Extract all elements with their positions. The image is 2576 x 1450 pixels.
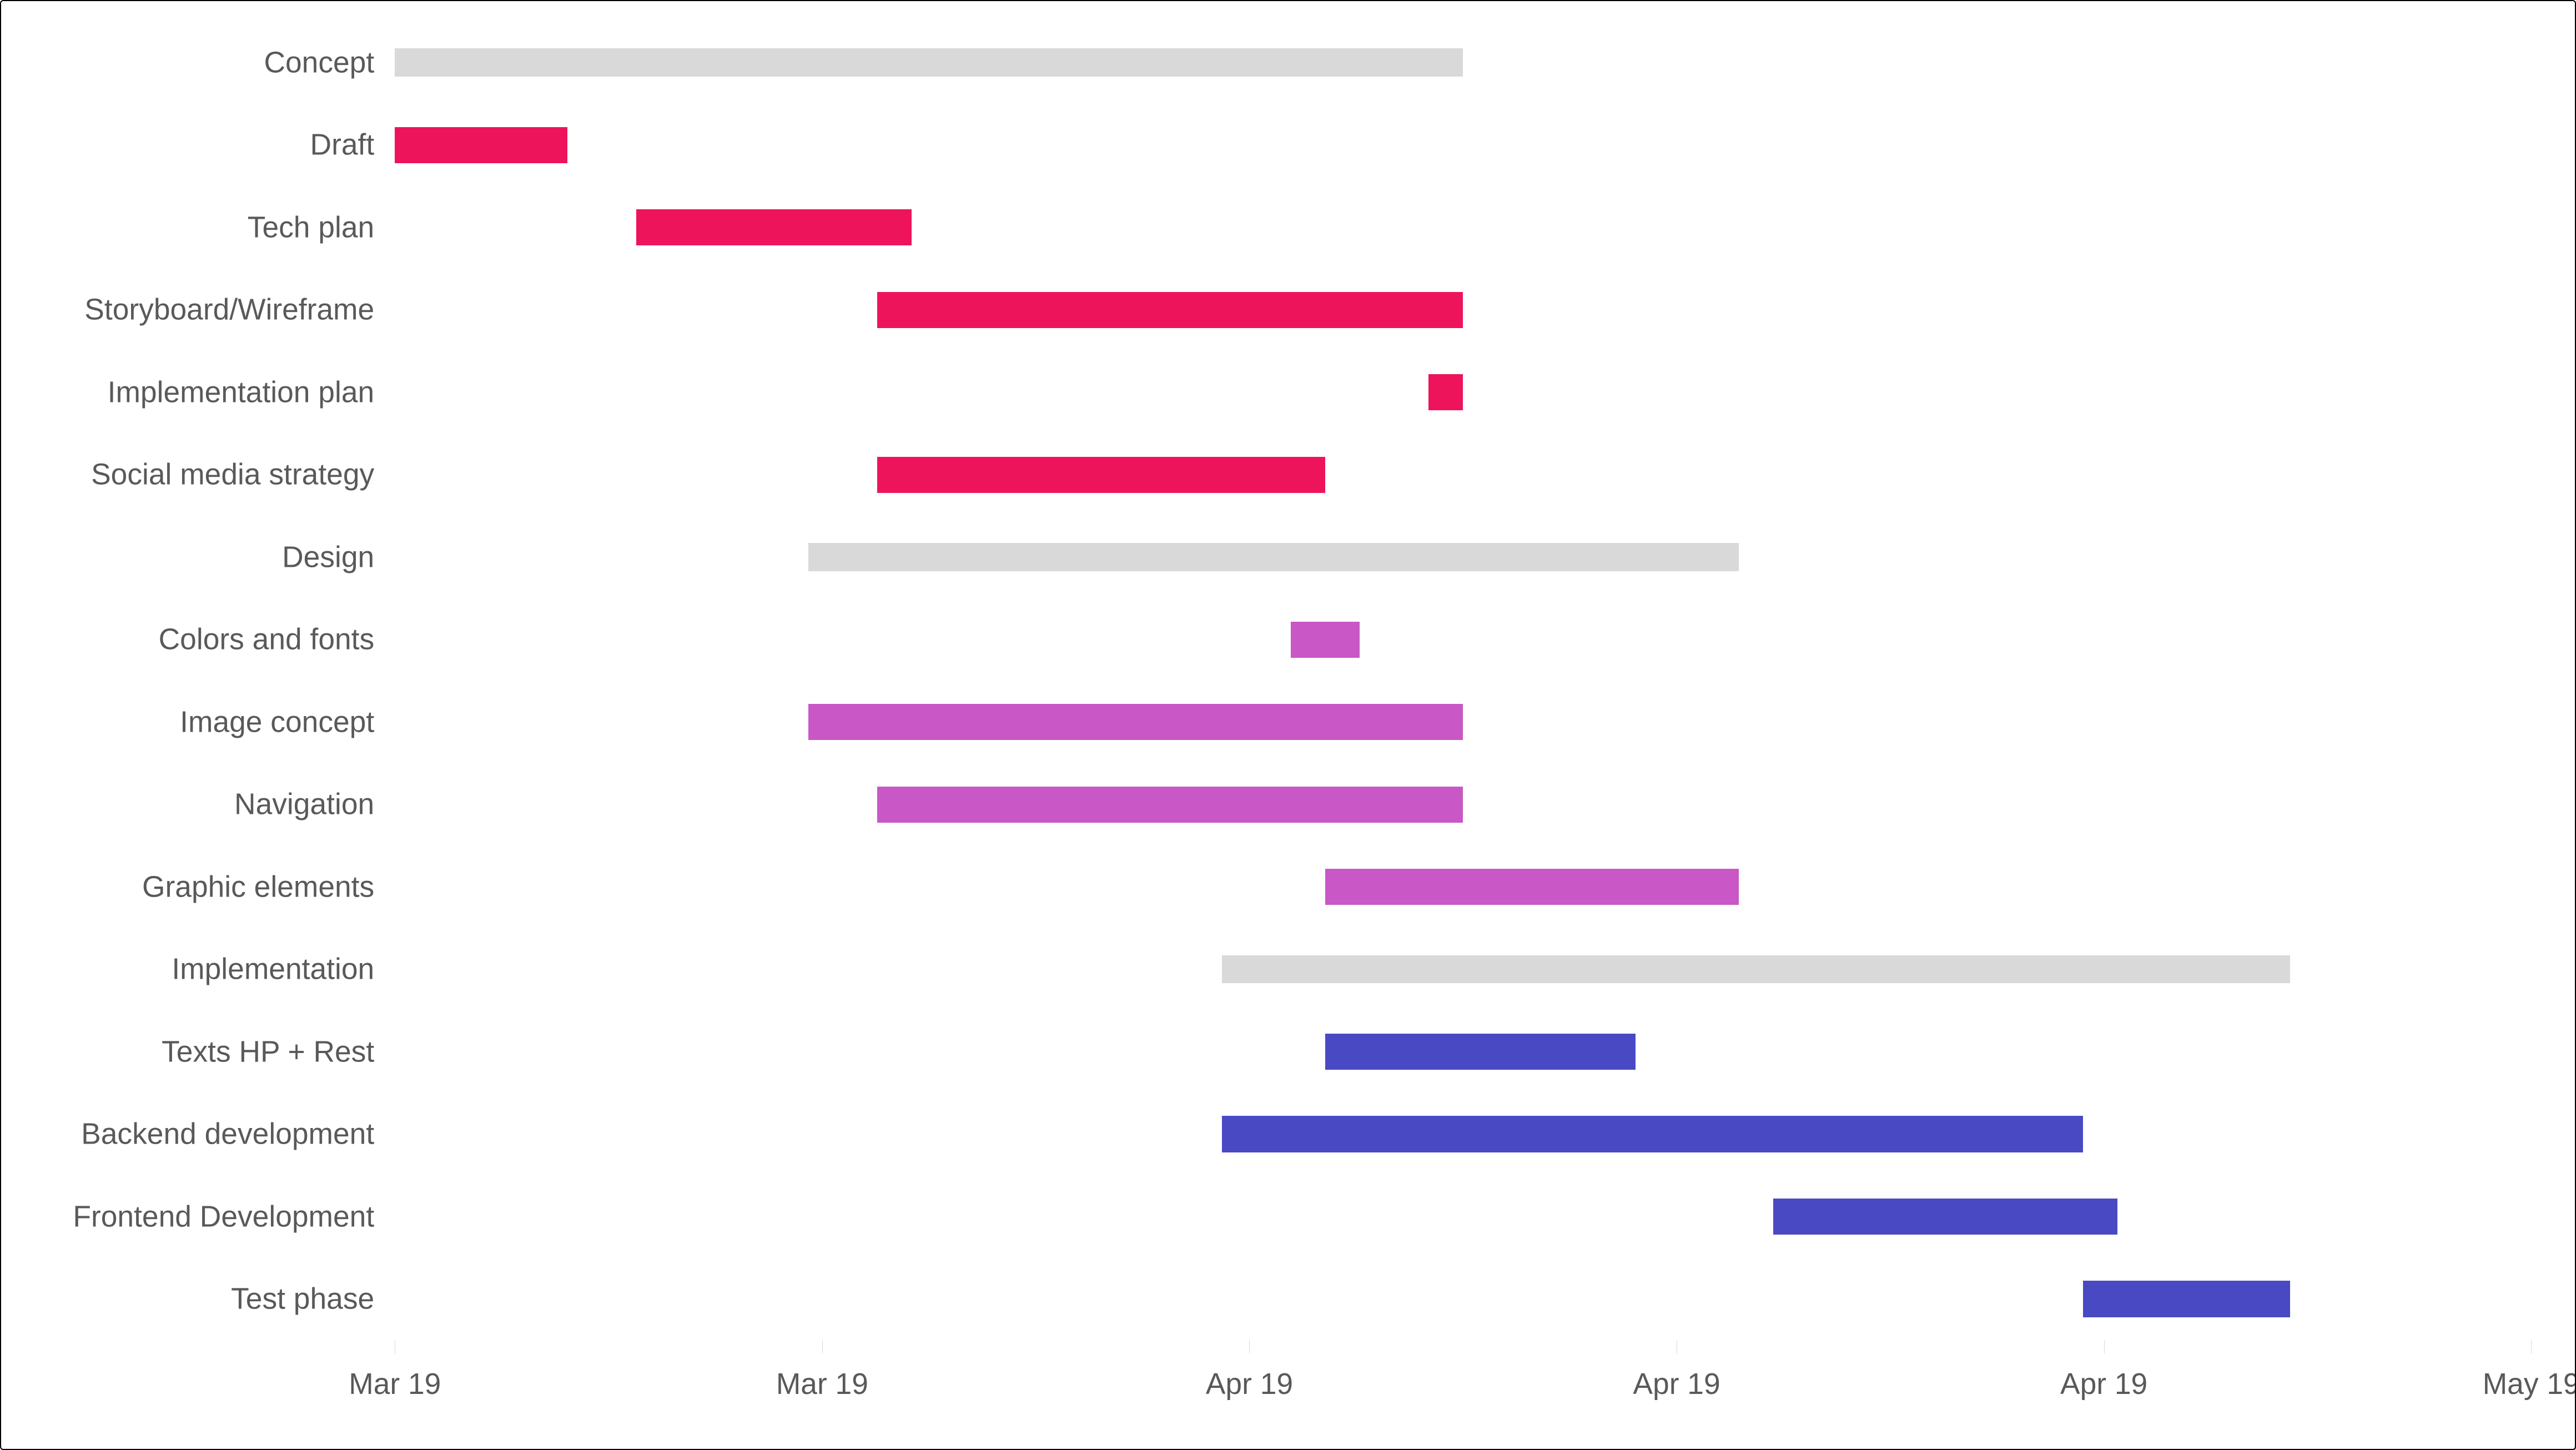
task-label: Test phase: [1, 1284, 374, 1313]
task-row: [395, 1093, 2531, 1175]
task-bar: [1428, 374, 1463, 410]
task-bar: [395, 127, 567, 163]
task-bar: [877, 292, 1463, 328]
task-label: Implementation plan: [1, 377, 374, 407]
plot-area: [395, 22, 2531, 1341]
task-label: Navigation: [1, 790, 374, 819]
task-row: [395, 104, 2531, 186]
task-row: [395, 1010, 2531, 1092]
task-label: Backend development: [1, 1119, 374, 1149]
gantt-chart: Concept Draft Tech plan Storyboard/Wirefram…: [0, 0, 2576, 1450]
task-bar: [808, 704, 1463, 740]
task-row: [395, 763, 2531, 845]
task-bar: [1773, 1199, 2118, 1235]
task-label: Storyboard/Wireframe: [1, 295, 374, 325]
task-label: Image concept: [1, 707, 374, 737]
x-tick: [2531, 1340, 2532, 1353]
task-row: [395, 845, 2531, 928]
task-label: Concept: [1, 48, 374, 77]
task-label: Social media strategy: [1, 460, 374, 490]
task-bar: [1325, 869, 1739, 905]
task-row: [395, 516, 2531, 598]
x-tick: [2104, 1340, 2105, 1353]
task-bar: [1222, 955, 2290, 983]
task-bar: [808, 543, 1739, 571]
y-axis-labels: Concept Draft Tech plan Storyboard/Wirefram…: [1, 22, 395, 1341]
task-row: [395, 434, 2531, 516]
task-row: [395, 1258, 2531, 1340]
task-row: [395, 269, 2531, 351]
x-tick-label: Mar 19: [349, 1367, 441, 1401]
task-bar: [636, 209, 912, 245]
task-row: [395, 186, 2531, 268]
x-tick-label: May 19: [2483, 1367, 2576, 1401]
x-tick-label: Apr 19: [1633, 1367, 1720, 1401]
x-tick-label: Apr 19: [2060, 1367, 2147, 1401]
task-bar: [2083, 1281, 2290, 1317]
task-label: Tech plan: [1, 213, 374, 242]
task-label: Implementation: [1, 954, 374, 984]
x-axis: Mar 19Mar 19Apr 19Apr 19Apr 19May 19: [395, 1340, 2531, 1449]
task-row: [395, 351, 2531, 433]
task-label: Frontend Development: [1, 1202, 374, 1231]
task-label: Texts HP + Rest: [1, 1037, 374, 1066]
x-tick-label: Apr 19: [1206, 1367, 1293, 1401]
x-tick: [1249, 1340, 1250, 1353]
task-row: [395, 681, 2531, 763]
task-bar: [877, 787, 1463, 823]
task-row: [395, 22, 2531, 104]
task-row: [395, 1175, 2531, 1257]
task-label: Design: [1, 542, 374, 572]
task-bar: [395, 48, 1463, 76]
x-tick-label: Mar 19: [776, 1367, 868, 1401]
task-row: [395, 598, 2531, 681]
task-label: Colors and fonts: [1, 625, 374, 654]
task-bar: [1222, 1116, 2084, 1152]
task-bar: [1291, 622, 1360, 658]
x-tick: [822, 1340, 823, 1353]
task-label: Graphic elements: [1, 872, 374, 902]
task-bar: [877, 457, 1325, 493]
task-row: [395, 928, 2531, 1010]
task-label: Draft: [1, 130, 374, 160]
task-bar: [1325, 1034, 1636, 1070]
